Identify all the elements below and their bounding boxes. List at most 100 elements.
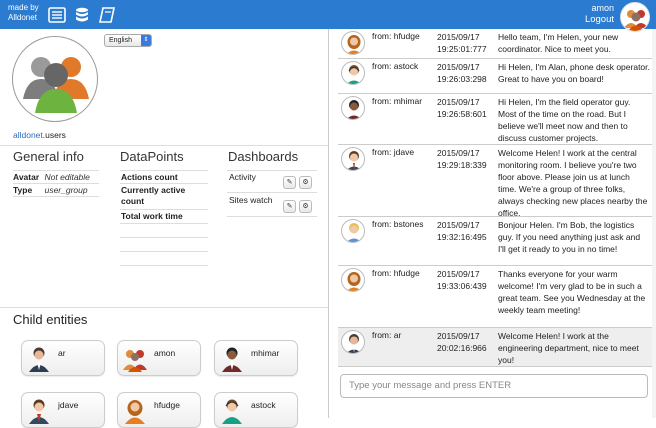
type-label: Type (13, 185, 33, 195)
username: amon (591, 3, 614, 13)
divider (120, 209, 208, 210)
divider (0, 145, 328, 146)
datapoints-title: DataPoints (120, 149, 184, 164)
child-entity-amon[interactable]: amon (117, 340, 201, 376)
man-avatar-icon (29, 347, 49, 372)
message-sender: from: jdave (372, 147, 415, 157)
divider (0, 307, 328, 308)
divider (120, 265, 208, 266)
man-avatar-icon (29, 399, 49, 424)
divider (13, 183, 99, 184)
breadcrumb-link[interactable]: alldonet (13, 130, 43, 140)
message-timestamp: 2015/09/17 20:02:16:966 (437, 331, 487, 353)
group-avatar-icon (624, 10, 648, 31)
gear-icon[interactable]: ⚙ (299, 200, 312, 213)
users-group-icon (23, 57, 89, 113)
child-entity-name: amon (154, 348, 176, 358)
child-entities-title: Child entities (13, 312, 88, 327)
man-avatar-icon (341, 96, 365, 120)
child-entity-ar[interactable]: ar (21, 340, 105, 376)
user-avatar[interactable] (620, 2, 650, 32)
man-avatar-icon (341, 147, 365, 171)
datapoint-work-time: Total work time (121, 211, 183, 221)
dashboard-activity[interactable]: Activity (229, 172, 256, 182)
scrollbar[interactable] (652, 29, 656, 418)
child-entity-name: mhimar (251, 348, 280, 358)
general-info-title: General info (13, 149, 84, 164)
message-sender: from: astock (372, 61, 419, 71)
child-entity-hfudge[interactable]: hfudge (117, 392, 201, 428)
divider (227, 170, 317, 171)
gear-icon[interactable]: ⚙ (299, 176, 312, 189)
top-bar: made by Alldonet amon Logout (0, 0, 656, 32)
chat-message: from: hfudge 2015/09/17 19:25:01:777 Hell… (338, 29, 652, 59)
user-block: amon Logout (585, 3, 614, 25)
message-timestamp: 2015/09/17 19:33:06:439 (437, 269, 487, 291)
language-value: English (109, 37, 132, 44)
woman-avatar-icon (125, 400, 145, 424)
chat-message: from: ar 2015/09/17 20:02:16:966 Welcome … (338, 328, 652, 367)
man-avatar-icon (341, 219, 365, 243)
select-arrows-icon: ⇕ (141, 35, 151, 46)
chat-message: from: bstones 2015/09/17 19:32:16:495 Bon… (338, 217, 652, 266)
message-sender: from: hfudge (372, 31, 420, 41)
book-icon[interactable] (98, 7, 116, 23)
message-sender: from: bstones (372, 219, 424, 229)
datapoint-active-count: Currently active count (121, 185, 186, 206)
panel-divider (328, 29, 329, 418)
type-value: user_group (44, 185, 88, 195)
logout-link[interactable]: Logout (585, 14, 614, 25)
message-text: Bonjour Helen. I'm Bob, the logistics gu… (498, 220, 641, 254)
woman-avatar-icon (341, 268, 365, 292)
message-text: Hi Helen, I'm Alan, phone desk operator.… (498, 62, 650, 84)
message-timestamp: 2015/09/17 19:29:18:339 (437, 148, 487, 170)
entity-panel: English ⇕ alldonet.users General info Av… (0, 29, 328, 428)
message-sender: from: ar (372, 330, 402, 340)
avatar-value: Not editable (44, 172, 90, 182)
dashboard-sites-watch[interactable]: Sites watch (229, 195, 272, 205)
divider (227, 192, 317, 193)
list-icon[interactable] (48, 7, 66, 23)
message-timestamp: 2015/09/17 19:26:03:298 (437, 62, 487, 84)
message-text: Welcome Helen! I work at the engineering… (498, 331, 639, 365)
chat-message: from: mhimar 2015/09/17 19:26:58:601 Hi H… (338, 94, 652, 145)
child-entity-jdave[interactable]: jdave (21, 392, 105, 428)
message-text: Thanks everyone for your warm welcome! I… (498, 269, 646, 315)
divider (120, 183, 208, 184)
message-sender: from: hfudge (372, 268, 420, 278)
dashboards-title: Dashboards (228, 149, 299, 164)
child-entity-name: jdave (58, 400, 79, 410)
child-entity-name: hfudge (154, 400, 180, 410)
divider (120, 170, 208, 171)
divider (13, 196, 99, 197)
edit-icon[interactable]: ✎ (283, 200, 296, 213)
datapoint-actions-count: Actions count (121, 172, 178, 182)
chat-panel: from: hfudge 2015/09/17 19:25:01:777 Hell… (338, 29, 652, 367)
chat-message: from: astock 2015/09/17 19:26:03:298 Hi H… (338, 59, 652, 94)
message-timestamp: 2015/09/17 19:25:01:777 (437, 32, 487, 54)
man-avatar-icon (222, 347, 242, 372)
avatar-row: Avatar Not editable (13, 172, 90, 182)
message-timestamp: 2015/09/17 19:26:58:601 (437, 97, 487, 119)
message-sender: from: mhimar (372, 96, 423, 106)
message-text: Welcome Helen! I work at the central mon… (498, 148, 648, 218)
breadcrumb-current: .users (42, 130, 66, 140)
divider (13, 170, 99, 171)
breadcrumb: alldonet.users (13, 130, 66, 140)
language-select[interactable]: English ⇕ (104, 34, 152, 47)
child-entity-mhimar[interactable]: mhimar (214, 340, 298, 376)
operator-avatar-icon (222, 399, 242, 424)
child-entity-astock[interactable]: astock (214, 392, 298, 428)
man-avatar-icon (341, 330, 365, 354)
child-entity-name: ar (58, 348, 66, 358)
message-text: Hello team, I'm Helen, your new coordina… (498, 32, 619, 54)
database-icon[interactable] (73, 7, 91, 23)
entity-avatar (12, 36, 98, 122)
chat-message-input[interactable]: Type your message and press ENTER (340, 374, 648, 398)
message-text: Hi Helen, I'm the field operator guy. Mo… (498, 97, 631, 143)
edit-icon[interactable]: ✎ (283, 176, 296, 189)
divider (120, 251, 208, 252)
divider (120, 223, 208, 224)
woman-avatar-icon (341, 31, 365, 55)
type-row: Type user_group (13, 185, 88, 195)
